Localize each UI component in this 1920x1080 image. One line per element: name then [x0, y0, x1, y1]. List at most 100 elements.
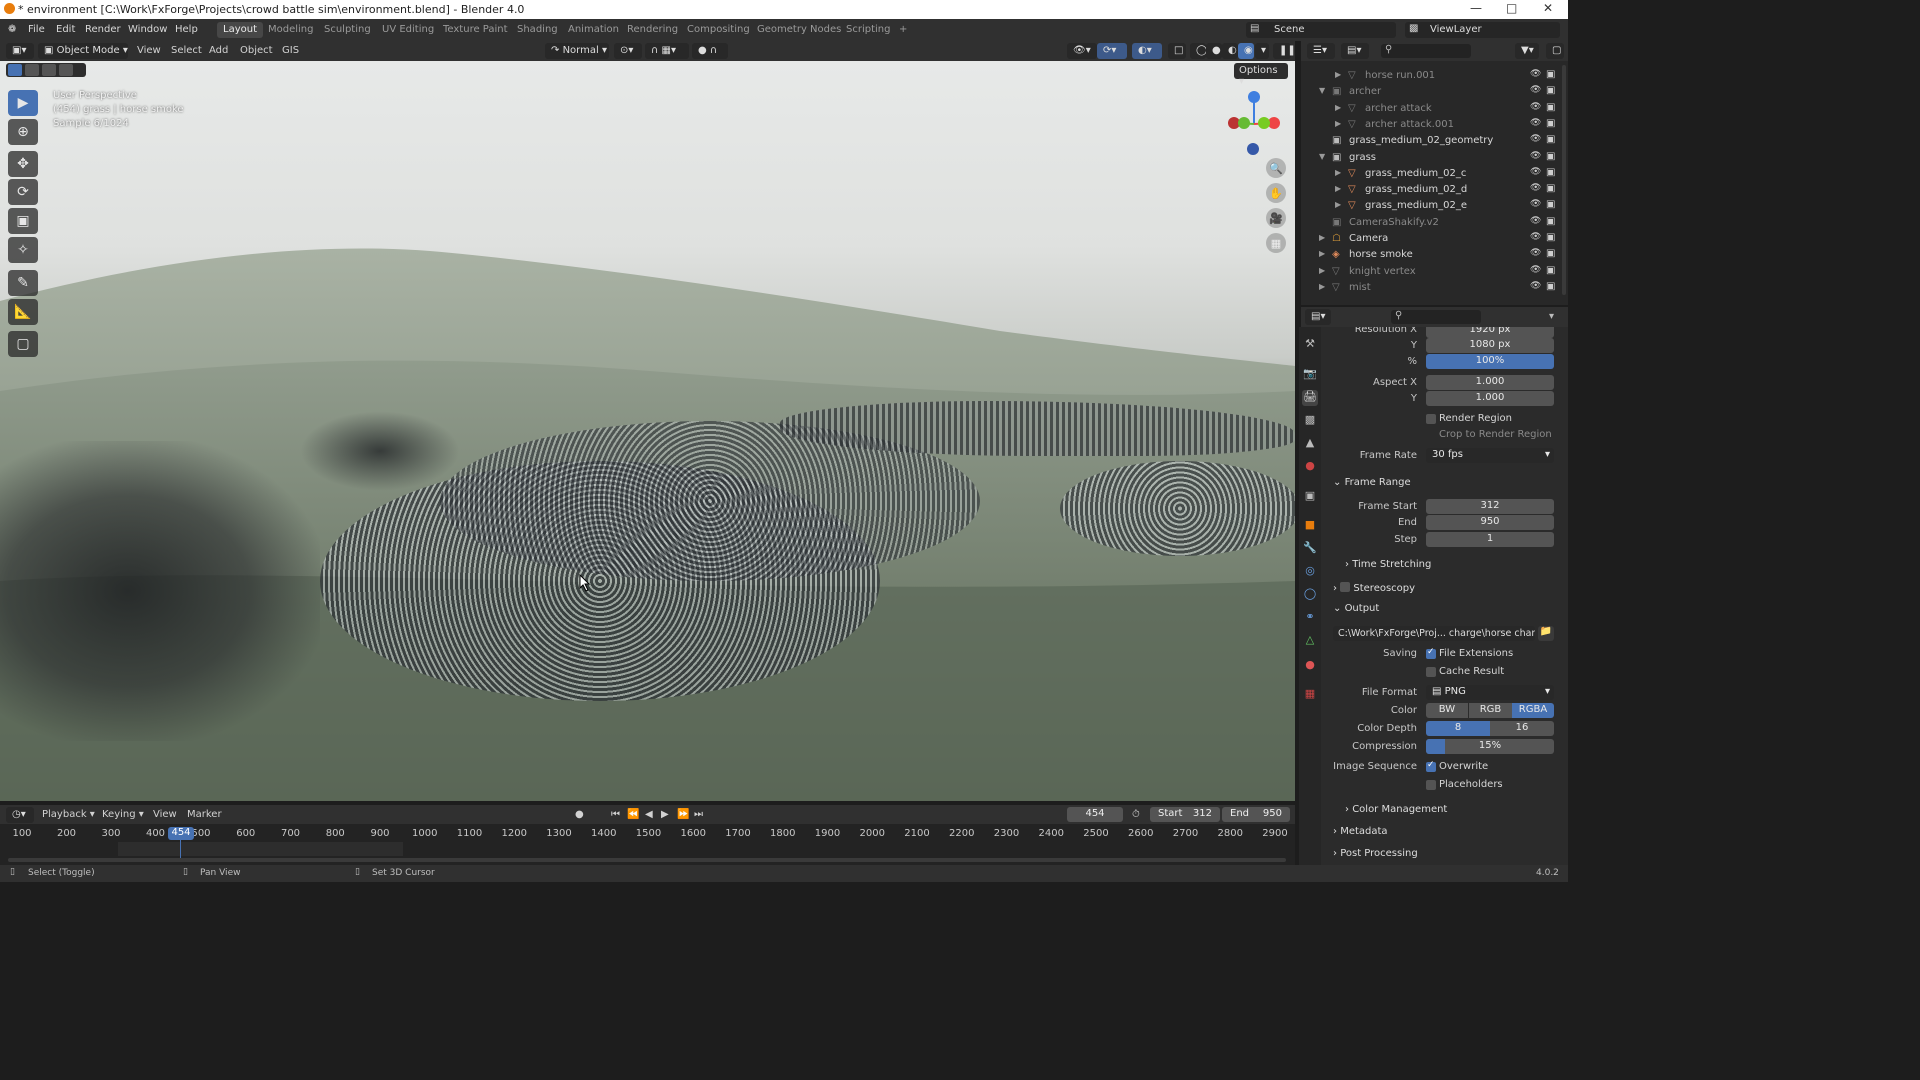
tab-shading[interactable]: Shading [511, 22, 564, 38]
render-camera-icon[interactable]: ▣ [1546, 232, 1555, 243]
frame-start-field[interactable]: 312 [1426, 499, 1554, 514]
outliner-row[interactable]: ▶ ▽ knight vertex 👁 ▣ [1301, 264, 1568, 280]
output-section[interactable]: ⌄ Output [1333, 603, 1379, 614]
menu-timeline-view[interactable]: View [153, 809, 177, 820]
chevron-right-icon[interactable]: ▶ [1335, 184, 1341, 193]
menu-render[interactable]: Render [85, 24, 121, 35]
material-tab-icon[interactable]: ● [1302, 658, 1318, 674]
menu-add[interactable]: Add [209, 45, 228, 56]
render-camera-icon[interactable]: ▣ [1546, 69, 1555, 80]
scene-tab-icon[interactable]: ▲ [1302, 436, 1318, 452]
zoom-icon[interactable]: 🔍 [1266, 158, 1286, 178]
visibility-eye-icon[interactable]: 👁 [1530, 118, 1541, 128]
render-camera-icon[interactable]: ▣ [1546, 183, 1555, 194]
tab-sculpting[interactable]: Sculpting [318, 22, 377, 38]
resolution-x-field[interactable]: 1920 px [1426, 327, 1554, 338]
render-camera-icon[interactable]: ▣ [1546, 118, 1555, 129]
visibility-eye-icon[interactable]: 👁 [1530, 69, 1541, 79]
snap-toggle[interactable]: ∩ ▦▾ [645, 43, 689, 59]
shading-wireframe-icon[interactable]: ◯ [1190, 43, 1207, 59]
end-frame-field[interactable]: End 950 [1222, 807, 1290, 822]
visibility-dropdown[interactable]: 👁▾ [1067, 43, 1097, 59]
outliner-scrollbar[interactable] [1562, 65, 1566, 295]
outliner-row[interactable]: ▼ ▣ archer 👁 ▣ [1301, 84, 1568, 100]
timeline[interactable]: 100 200 300 400 500 600 700 800 900 1000 1100 1200 1… [0, 824, 1295, 865]
world-tab-icon[interactable]: ● [1302, 459, 1318, 475]
physics-tab-icon[interactable]: ◯ [1302, 587, 1318, 603]
add-cube-tool[interactable]: ▢ [8, 331, 38, 357]
cursor-tool[interactable]: ⊕ [8, 119, 38, 145]
playhead-label[interactable]: 454 [168, 827, 194, 840]
close-icon[interactable]: ✕ [1543, 1, 1553, 15]
start-frame-field[interactable]: Start 312 [1150, 807, 1220, 822]
menu-help[interactable]: Help [175, 24, 198, 35]
display-mode-dropdown[interactable]: ▤▾ [1341, 43, 1369, 59]
select-extend-icon[interactable] [25, 64, 39, 76]
color-depth-8-button[interactable]: 8 [1426, 721, 1490, 736]
file-extensions-checkbox[interactable] [1426, 647, 1436, 659]
outliner-row[interactable]: ▶ ☖ Camera 👁 ▣ [1301, 231, 1568, 247]
compression-slider[interactable]: 15% [1426, 739, 1554, 754]
timeline-editor-type[interactable]: ◷▾ [6, 807, 34, 823]
shading-rendered-icon[interactable]: ◉ [1238, 43, 1254, 59]
overlay-toggle[interactable]: ◐▾ [1132, 43, 1162, 59]
scale-tool[interactable]: ▣ [8, 208, 38, 234]
visibility-eye-icon[interactable]: 👁 [1530, 281, 1541, 291]
resolution-y-field[interactable]: 1080 px [1426, 338, 1554, 353]
time-stretching-section[interactable]: › Time Stretching [1345, 559, 1431, 570]
tab-rendering[interactable]: Rendering [621, 22, 684, 38]
menu-keying[interactable]: Keying ▾ [102, 809, 144, 820]
render-camera-icon[interactable]: ▣ [1546, 248, 1555, 259]
properties-search-input[interactable]: ⚲ [1391, 310, 1481, 324]
new-collection-icon[interactable]: ▢ [1546, 43, 1564, 59]
render-camera-icon[interactable]: ▣ [1546, 281, 1555, 292]
outliner-row[interactable]: ▶ ◈ horse smoke 👁 ▣ [1301, 247, 1568, 263]
chevron-right-icon[interactable]: ▶ [1335, 103, 1341, 112]
shading-material-icon[interactable]: ◐ [1222, 43, 1238, 59]
render-camera-icon[interactable]: ▣ [1546, 102, 1555, 113]
3d-viewport[interactable]: ▶ ⊕ ✥ ⟳ ▣ ✧ ✎ 📐 ▢ User Perspective (454)… [0, 61, 1295, 801]
tab-modeling[interactable]: Modeling [262, 22, 320, 38]
visibility-eye-icon[interactable]: 👁 [1530, 167, 1541, 177]
tool-tab-icon[interactable]: ⚒ [1302, 337, 1318, 353]
filter-icon[interactable]: ▼▾ [1515, 43, 1539, 59]
outliner-row[interactable]: ▶ ▽ horse run.001 👁 ▣ [1301, 68, 1568, 84]
render-camera-icon[interactable]: ▣ [1546, 167, 1555, 178]
outliner-row[interactable]: ▶ ▽ grass_medium_02_e 👁 ▣ [1301, 198, 1568, 214]
menu-marker[interactable]: Marker [187, 809, 222, 820]
add-workspace-icon[interactable]: + [893, 22, 913, 38]
maximize-icon[interactable]: □ [1506, 1, 1517, 15]
timeline-scrollbar[interactable] [8, 858, 1286, 862]
outliner-editor-type[interactable]: ☰▾ [1307, 43, 1335, 59]
object-mode-dropdown[interactable]: ▣ Object Mode ▾ [38, 43, 128, 59]
tab-animation[interactable]: Animation [562, 22, 625, 38]
menu-select[interactable]: Select [171, 45, 202, 56]
play-reverse-icon[interactable]: ◀ [645, 809, 653, 820]
outliner-row[interactable]: ▣ CameraShakify.v2 👁 ▣ [1301, 215, 1568, 231]
frame-range-section[interactable]: ⌄ Frame Range [1333, 477, 1411, 488]
particles-tab-icon[interactable]: ◎ [1302, 564, 1318, 580]
tab-uv-editing[interactable]: UV Editing [376, 22, 440, 38]
pivot-dropdown[interactable]: ⊙▾ [614, 43, 642, 59]
outliner-row[interactable]: ▶ ▽ grass_medium_02_d 👁 ▣ [1301, 182, 1568, 198]
camera-view-icon[interactable]: 🎥 [1266, 208, 1286, 228]
options-dropdown[interactable]: Options ▾ [1234, 63, 1288, 87]
chevron-right-icon[interactable]: ▶ [1335, 168, 1341, 177]
measure-tool[interactable]: 📐 [8, 299, 38, 325]
chevron-down-icon[interactable]: ▼ [1319, 152, 1325, 161]
minimize-icon[interactable]: — [1470, 1, 1482, 15]
menu-object[interactable]: Object [240, 45, 273, 56]
tab-layout[interactable]: Layout [217, 22, 263, 38]
color-rgba-button[interactable]: RGBA [1512, 703, 1554, 718]
outliner[interactable]: ▶ ▽ horse run.001 👁 ▣ ▼ ▣ archer 👁 ▣ ▶ ▽ archer atta… [1301, 61, 1568, 305]
color-depth-16-button[interactable]: 16 [1490, 721, 1554, 736]
orientation-dropdown[interactable]: ↷ Normal ▾ [545, 43, 609, 59]
jump-keyframe-back-icon[interactable]: ⏪ [627, 809, 639, 820]
visibility-eye-icon[interactable]: 👁 [1530, 199, 1541, 209]
proportional-edit-toggle[interactable]: ● ∩ [692, 43, 728, 59]
stopwatch-icon[interactable]: ⏱ [1132, 809, 1140, 820]
rotate-tool[interactable]: ⟳ [8, 179, 38, 205]
menu-gis[interactable]: GIS [282, 45, 299, 56]
render-camera-icon[interactable]: ▣ [1546, 265, 1555, 276]
color-management-section[interactable]: › Color Management [1345, 804, 1447, 815]
